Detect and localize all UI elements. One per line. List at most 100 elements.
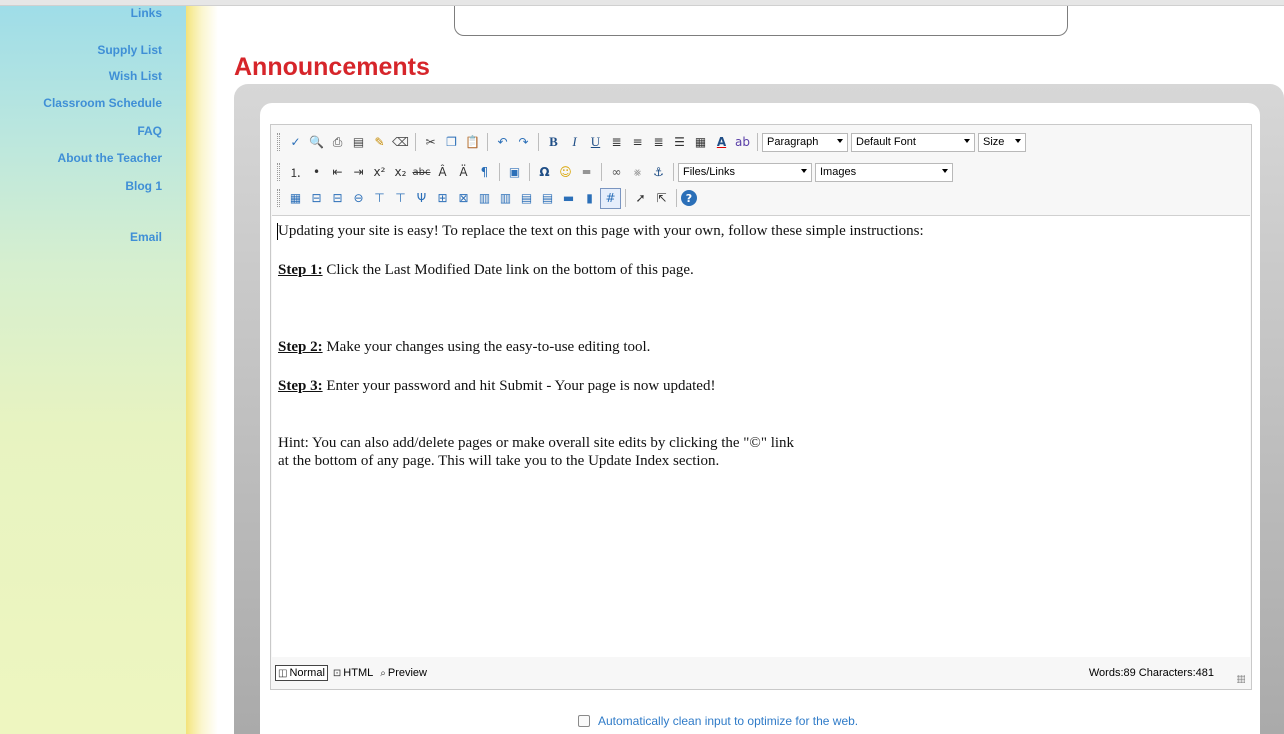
indent-icon[interactable]: ⇥ bbox=[348, 162, 369, 183]
step-1-text: Click the Last Modified Date link on the… bbox=[322, 262, 694, 278]
sidebar-item-faq[interactable]: FAQ bbox=[137, 124, 162, 138]
delete-column-icon[interactable]: Ψ bbox=[411, 188, 432, 209]
anchor-icon[interactable]: ⚓ bbox=[648, 162, 669, 183]
toggle-borders-icon[interactable]: # bbox=[600, 187, 621, 209]
font-size-select[interactable]: Size bbox=[978, 132, 1026, 152]
horizontal-rule-icon[interactable]: ═ bbox=[576, 162, 597, 183]
redo-icon[interactable]: ↷ bbox=[513, 132, 534, 153]
copy-icon[interactable]: ❐ bbox=[441, 132, 462, 153]
spellcheck-icon[interactable]: ✓ bbox=[285, 132, 306, 153]
select-all-icon[interactable]: ▤ bbox=[348, 132, 369, 153]
html-mode-icon: ⊡ bbox=[332, 667, 342, 679]
paste-icon[interactable]: 📋 bbox=[462, 132, 483, 153]
eraser-icon[interactable]: ⌫ bbox=[390, 132, 411, 153]
merge-right-icon[interactable]: ▬ bbox=[558, 188, 579, 209]
merge-cells-icon[interactable]: ▥ bbox=[474, 188, 495, 209]
toolbar-separator bbox=[415, 133, 416, 151]
rich-text-editor: ✓ 🔍 ⎙ ▤ ✎ ⌫ ✂ ❐ 📋 ↶ ↷ B I U ≣ ≡ ≣ ☰ ▦ A … bbox=[270, 124, 1252, 690]
sidebar-divider bbox=[186, 6, 218, 734]
subscript-icon[interactable]: x₂ bbox=[390, 162, 411, 183]
emoticon-icon[interactable]: ☺ bbox=[555, 162, 576, 183]
font-family-select[interactable]: Default Font bbox=[851, 132, 975, 152]
toolbar-separator bbox=[625, 189, 626, 207]
toolbar-separator bbox=[676, 189, 677, 207]
images-value: Images bbox=[820, 166, 857, 178]
insert-column-before-icon[interactable]: ⊤ bbox=[369, 188, 390, 209]
insert-date-icon[interactable]: ▣ bbox=[504, 162, 525, 183]
toolbar-grip bbox=[277, 189, 280, 207]
select-element-icon[interactable]: ⇱ bbox=[651, 188, 672, 209]
ordered-list-icon[interactable]: ⒈ bbox=[285, 162, 306, 183]
step-3-text: Enter your password and hit Submit - You… bbox=[322, 378, 716, 394]
italic-icon[interactable]: I bbox=[564, 132, 585, 153]
superscript-icon[interactable]: x² bbox=[369, 162, 390, 183]
files-links-select[interactable]: Files/Links bbox=[678, 162, 812, 182]
insert-row-before-icon[interactable]: ⊟ bbox=[306, 188, 327, 209]
font-size-up-icon[interactable]: Â bbox=[432, 162, 453, 183]
toolbar-separator bbox=[538, 133, 539, 151]
step-3-paragraph: Step 3: Enter your password and hit Subm… bbox=[278, 378, 715, 395]
toolbar-row-3: ▦ ⊟ ⊟ ⊖ ⊤ ⊤ Ψ ⊞ ⊠ ▥ ▥ ▤ ▤ ▬ ▮ # ➚ ⇱ ? bbox=[271, 185, 1251, 211]
sidebar-item-supply-list[interactable]: Supply List bbox=[97, 43, 162, 57]
hint-line-2: at the bottom of any page. This will tak… bbox=[278, 453, 720, 469]
tab-normal-label: Normal bbox=[289, 667, 325, 679]
underline-icon[interactable]: U bbox=[585, 132, 606, 153]
merge-down-icon[interactable]: ▮ bbox=[579, 188, 600, 209]
row-properties-icon[interactable]: ▤ bbox=[537, 188, 558, 209]
absolute-position-icon[interactable]: ➚ bbox=[630, 188, 651, 209]
font-size-value: Size bbox=[983, 136, 1005, 148]
paragraph-format-select[interactable]: Paragraph bbox=[762, 132, 848, 152]
align-left-icon[interactable]: ≣ bbox=[606, 132, 627, 153]
align-center-icon[interactable]: ≡ bbox=[627, 132, 648, 153]
sidebar-item-email[interactable]: Email bbox=[130, 230, 162, 244]
bold-icon[interactable]: B bbox=[543, 132, 564, 153]
justify-icon[interactable]: ☰ bbox=[669, 132, 690, 153]
paragraph-icon[interactable]: ¶ bbox=[474, 162, 495, 183]
cut-icon[interactable]: ✂ bbox=[420, 132, 441, 153]
tab-preview[interactable]: ⌕ Preview bbox=[378, 666, 429, 680]
strikethrough-icon[interactable]: abc bbox=[411, 162, 432, 183]
insert-table-icon[interactable]: ▦ bbox=[285, 188, 306, 209]
sidebar-item-blog-1[interactable]: Blog 1 bbox=[125, 179, 162, 193]
editor-statusbar: ◫ Normal ⊡ HTML ⌕ Preview Words:89 Characte… bbox=[271, 657, 1251, 689]
clean-word-icon[interactable]: ✎ bbox=[369, 132, 390, 153]
clean-input-checkbox[interactable] bbox=[578, 715, 590, 727]
unordered-list-icon[interactable]: • bbox=[306, 162, 327, 183]
chevron-down-icon bbox=[942, 168, 948, 173]
resize-handle[interactable] bbox=[1237, 675, 1245, 683]
chevron-down-icon bbox=[964, 138, 970, 143]
font-color-icon[interactable]: A bbox=[711, 132, 732, 153]
images-select[interactable]: Images bbox=[815, 162, 953, 182]
cell-properties-icon[interactable]: ▤ bbox=[516, 188, 537, 209]
link-icon[interactable]: ∞ bbox=[606, 162, 627, 183]
find-icon[interactable]: 🔍 bbox=[306, 132, 327, 153]
help-icon[interactable]: ? bbox=[681, 190, 697, 206]
hint-line-1: Hint: You can also add/delete pages or m… bbox=[278, 435, 795, 451]
sidebar-item-wish-list[interactable]: Wish List bbox=[109, 69, 162, 83]
print-icon[interactable]: ⎙ bbox=[327, 132, 348, 153]
sidebar-item-about-the-teacher[interactable]: About the Teacher bbox=[58, 151, 162, 165]
insert-column-after-icon[interactable]: ⊤ bbox=[390, 188, 411, 209]
sidebar-item-classroom-schedule[interactable]: Classroom Schedule bbox=[43, 96, 162, 110]
tab-normal[interactable]: ◫ Normal bbox=[275, 665, 328, 681]
delete-row-icon[interactable]: ⊖ bbox=[348, 188, 369, 209]
outdent-icon[interactable]: ⇤ bbox=[327, 162, 348, 183]
editor-content[interactable]: Updating your site is easy! To replace t… bbox=[272, 215, 1250, 657]
sidebar-item-links[interactable]: Links bbox=[131, 6, 162, 20]
highlight-color-icon[interactable]: ab bbox=[732, 132, 753, 153]
align-right-icon[interactable]: ≣ bbox=[648, 132, 669, 153]
format-box-icon[interactable]: ▦ bbox=[690, 132, 711, 153]
font-size-down-icon[interactable]: Ä bbox=[453, 162, 474, 183]
insert-cell-icon[interactable]: ⊞ bbox=[432, 188, 453, 209]
delete-cell-icon[interactable]: ⊠ bbox=[453, 188, 474, 209]
chevron-down-icon bbox=[801, 168, 807, 173]
tab-html[interactable]: ⊡ HTML bbox=[331, 666, 375, 680]
clean-input-label[interactable]: Automatically clean input to optimize fo… bbox=[598, 714, 858, 728]
tab-html-label: HTML bbox=[343, 667, 374, 679]
insert-row-after-icon[interactable]: ⊟ bbox=[327, 188, 348, 209]
undo-icon[interactable]: ↶ bbox=[492, 132, 513, 153]
unlink-icon[interactable]: ⨳ bbox=[627, 162, 648, 183]
split-cells-icon[interactable]: ▥ bbox=[495, 188, 516, 209]
chevron-down-icon bbox=[837, 138, 843, 143]
special-char-icon[interactable]: Ω bbox=[534, 162, 555, 183]
